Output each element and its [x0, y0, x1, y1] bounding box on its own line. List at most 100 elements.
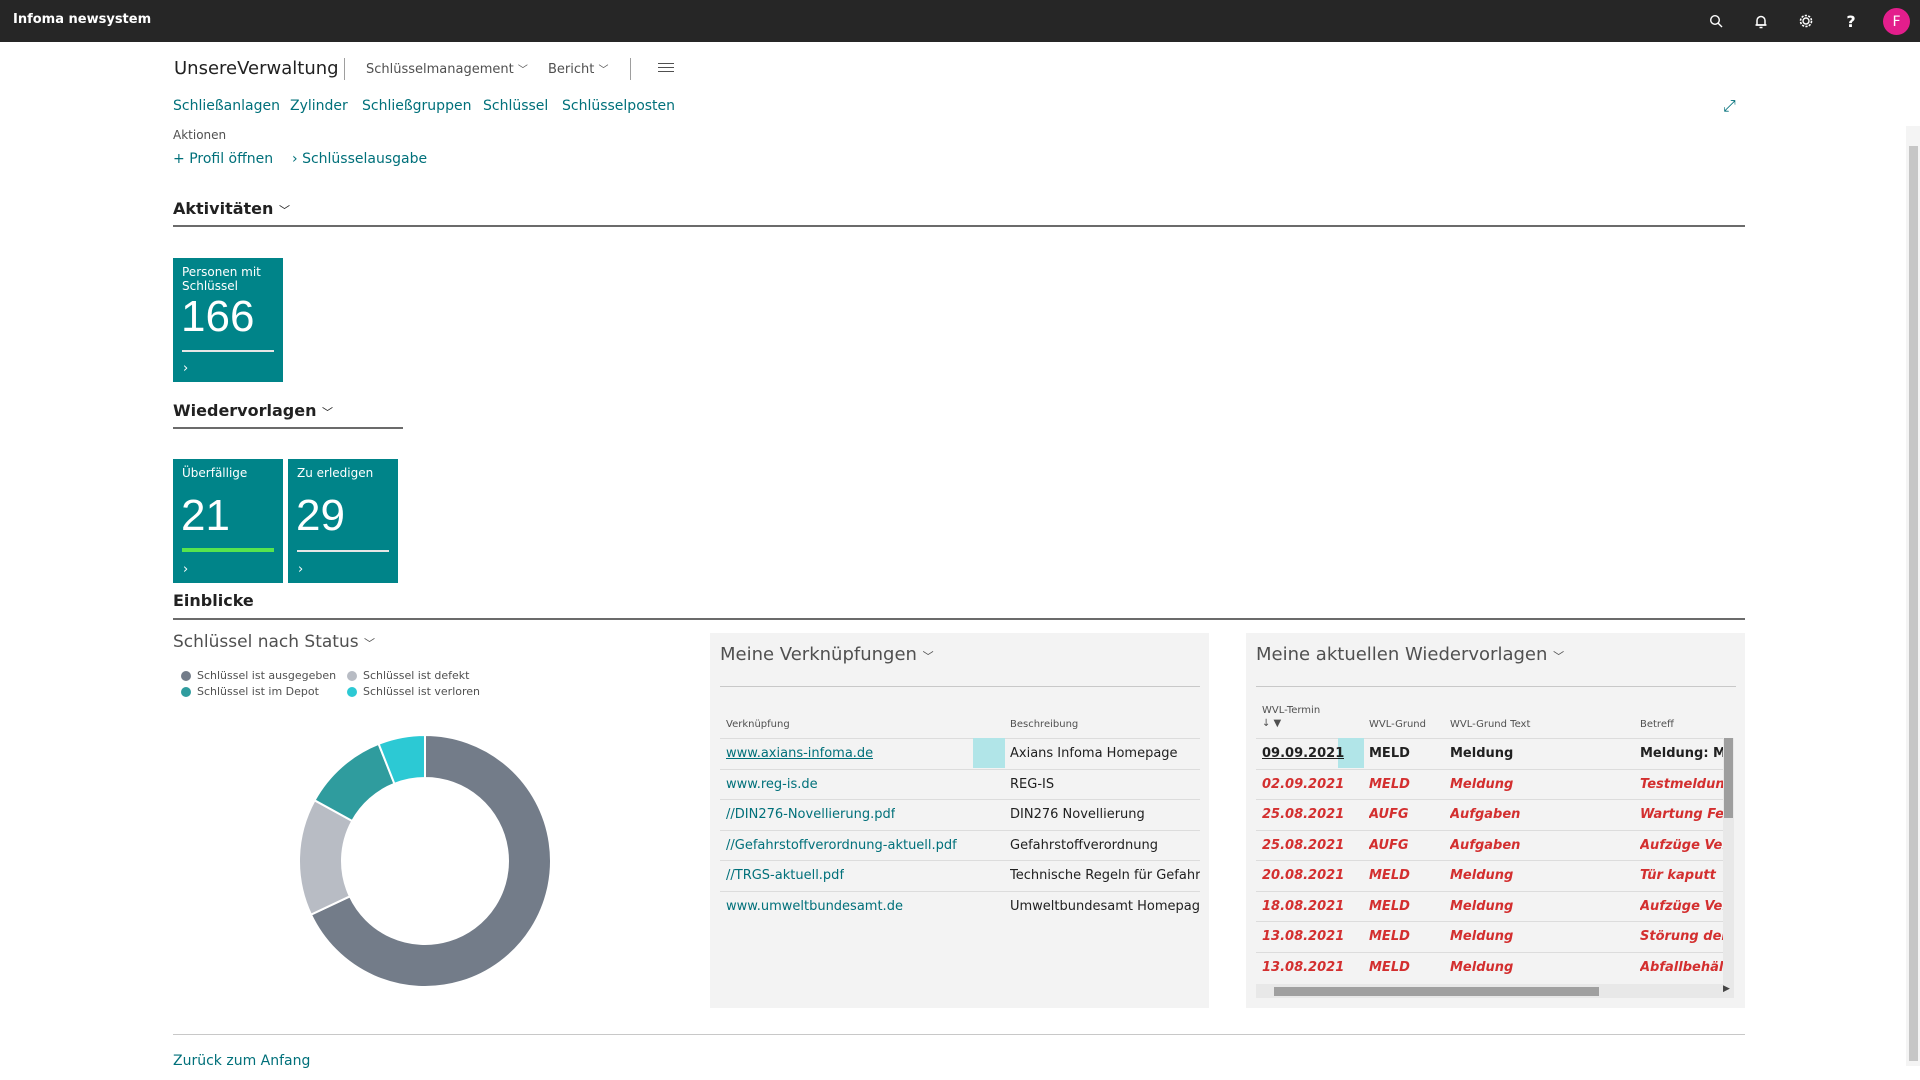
section-divider [173, 427, 403, 429]
panel-title-text: Meine aktuellen Wiedervorlagen [1256, 644, 1548, 665]
legend-label: Schlüssel ist im Depot [197, 685, 319, 698]
bell-icon[interactable] [1750, 10, 1772, 32]
hamburger-menu-icon[interactable] [658, 63, 674, 75]
column-header[interactable]: Betreff [1640, 719, 1674, 730]
nav-schliessgruppen[interactable]: Schließgruppen [362, 98, 471, 114]
section-divider [173, 225, 1745, 227]
table-row[interactable]: 13.08.2021 MELD Meldung Störung der H [1246, 921, 1723, 951]
grund-cell: MELD [1369, 898, 1410, 914]
date-cell[interactable]: 13.08.2021 [1262, 960, 1344, 975]
link-cell[interactable]: www.umweltbundesamt.de [726, 899, 903, 914]
link-cell[interactable]: //Gefahrstoffverordnung-aktuell.pdf [726, 838, 957, 853]
table-row[interactable]: 20.08.2021 MELD Meldung Tür kaputt [1246, 860, 1723, 890]
avatar[interactable]: F [1883, 8, 1910, 35]
column-header[interactable]: Beschreibung [1010, 719, 1078, 730]
expand-icon[interactable]: ⤢ [1723, 96, 1736, 116]
scroll-right-arrow-icon[interactable]: ▶ [1723, 984, 1730, 994]
date-cell[interactable]: 13.08.2021 [1262, 929, 1344, 944]
link-cell[interactable]: //DIN276-Novellierung.pdf [726, 807, 895, 822]
legend-item[interactable]: Schlüssel ist defekt [347, 669, 469, 682]
tile-ueberfaellige[interactable]: Überfällige 21 › [173, 459, 283, 583]
table-row[interactable]: //DIN276-Novellierung.pdf DIN276 Novellie… [710, 799, 1209, 829]
legend-dot [181, 686, 191, 697]
chevron-right-icon: › [292, 151, 298, 167]
date-cell[interactable]: 09.09.2021 [1262, 746, 1344, 761]
date-cell[interactable]: 20.08.2021 [1262, 868, 1344, 883]
nav-schluessel[interactable]: Schlüssel [483, 98, 548, 114]
description-cell: Gefahrstoffverordnung [1010, 837, 1159, 853]
menu-schluesselmanagement[interactable]: Schlüsselmanagement ﹀ [366, 61, 528, 77]
legend-dot [181, 670, 191, 681]
table-row[interactable]: //TRGS-aktuell.pdf Technische Regeln für … [710, 860, 1209, 890]
plus-icon: + [173, 151, 185, 167]
legend-item[interactable]: Schlüssel ist ausgegeben [181, 669, 336, 682]
header-separator [630, 58, 631, 80]
column-header[interactable]: WVL-Grund [1369, 719, 1426, 730]
column-header[interactable]: WVL-Grund Text [1450, 719, 1530, 730]
action-profil-oeffnen[interactable]: + Profil öffnen [173, 151, 273, 167]
panel-divider [1256, 686, 1736, 687]
chevron-down-icon: ﹀ [278, 204, 290, 217]
betreff-cell: Abfallbehälter [1640, 959, 1723, 975]
app-title[interactable]: Infoma newsystem [13, 12, 151, 27]
page-scrollbar-thumb[interactable] [1909, 146, 1918, 1061]
section-wiedervorlagen[interactable]: Wiedervorlagen ﹀ [173, 401, 333, 420]
link-cell[interactable]: www.axians-infoma.de [726, 746, 873, 761]
wvl-horizontal-scrollbar-thumb[interactable] [1274, 987, 1599, 996]
chart-title[interactable]: Schlüssel nach Status ﹀ [173, 632, 375, 652]
link-cell[interactable]: //TRGS-aktuell.pdf [726, 868, 844, 883]
section-einblicke: Einblicke [173, 591, 254, 610]
grund-cell: MELD [1369, 746, 1410, 761]
column-header[interactable]: Verknüpfung [726, 719, 790, 730]
panel-title[interactable]: Meine aktuellen Wiedervorlagen ﹀ [1256, 644, 1564, 665]
panel-title[interactable]: Meine Verknüpfungen ﹀ [720, 644, 934, 665]
table-row[interactable]: 18.08.2021 MELD Meldung Aufzüge Verw [1246, 891, 1723, 921]
table-row[interactable]: 09.09.2021 MELD Meldung Meldung: MLD [1246, 738, 1723, 768]
date-cell[interactable]: 25.08.2021 [1262, 838, 1344, 853]
legend-label: Schlüssel ist verloren [363, 685, 481, 698]
nav-zylinder[interactable]: Zylinder [290, 98, 348, 114]
table-row[interactable]: www.reg-is.de REG-IS [710, 769, 1209, 799]
link-cell[interactable]: www.reg-is.de [726, 777, 818, 792]
wvl-vertical-scrollbar-thumb[interactable] [1724, 738, 1733, 818]
menu-bericht[interactable]: Bericht ﹀ [548, 61, 609, 77]
gear-icon[interactable] [1795, 10, 1817, 32]
chevron-down-icon: ﹀ [322, 406, 334, 419]
panel-verknuepfungen: Meine Verknüpfungen ﹀ Verknüpfung Beschr… [710, 633, 1209, 1008]
section-title: Aktivitäten [173, 199, 274, 218]
date-cell[interactable]: 25.08.2021 [1262, 807, 1344, 822]
table-row[interactable]: www.axians-infoma.de Axians Infoma Homepa… [710, 738, 1209, 768]
legend-item[interactable]: Schlüssel ist verloren [347, 685, 480, 698]
tile-zu-erledigen[interactable]: Zu erledigen 29 › [288, 459, 398, 583]
betreff-cell: Aufzüge Verw [1640, 898, 1723, 914]
betreff-cell: Wartung Feue [1640, 807, 1723, 822]
nav-schliessanlagen[interactable]: Schließanlagen [173, 98, 280, 114]
tile-label: Zu erledigen [297, 466, 374, 480]
action-schluesselausgabe[interactable]: › Schlüsselausgabe [292, 151, 427, 167]
help-icon[interactable]: ? [1840, 10, 1862, 32]
date-cell[interactable]: 18.08.2021 [1262, 899, 1344, 914]
table-row[interactable]: 25.08.2021 AUFG Aufgaben Wartung Feue [1246, 799, 1723, 829]
legend-dot [347, 670, 357, 681]
table-row[interactable]: 25.08.2021 AUFG Aufgaben Aufzüge Verw [1246, 830, 1723, 860]
menu-label: Bericht [548, 62, 595, 77]
legend-dot [347, 686, 357, 697]
date-cell[interactable]: 02.09.2021 [1262, 777, 1344, 792]
table-row[interactable]: www.umweltbundesamt.de Umweltbundesamt Ho… [710, 891, 1209, 921]
chevron-down-icon: ﹀ [364, 637, 376, 650]
table-row[interactable]: 13.08.2021 MELD Meldung Abfallbehälter [1246, 952, 1723, 982]
table-row[interactable]: //Gefahrstoffverordnung-aktuell.pdf Gefah… [710, 830, 1209, 860]
grund-text-cell: Meldung [1450, 959, 1514, 975]
search-icon[interactable] [1705, 10, 1727, 32]
nav-schluesselposten[interactable]: Schlüsselposten [562, 98, 675, 114]
sort-filter-icon[interactable]: ↓ ▼ [1262, 718, 1281, 729]
section-aktivitaeten[interactable]: Aktivitäten ﹀ [173, 199, 290, 218]
betreff-cell: Meldung: MLD [1640, 746, 1723, 761]
column-header[interactable]: WVL-Termin [1262, 705, 1320, 716]
grund-cell: MELD [1369, 959, 1410, 975]
back-to-top-link[interactable]: Zurück zum Anfang [173, 1053, 310, 1069]
tile-personen-mit-schluessel[interactable]: Personen mit Schlüssel 166 › [173, 258, 283, 382]
table-row[interactable]: 02.09.2021 MELD Meldung Testmeldung V [1246, 769, 1723, 799]
chevron-down-icon: ﹀ [922, 650, 934, 663]
legend-item[interactable]: Schlüssel ist im Depot [181, 685, 319, 698]
